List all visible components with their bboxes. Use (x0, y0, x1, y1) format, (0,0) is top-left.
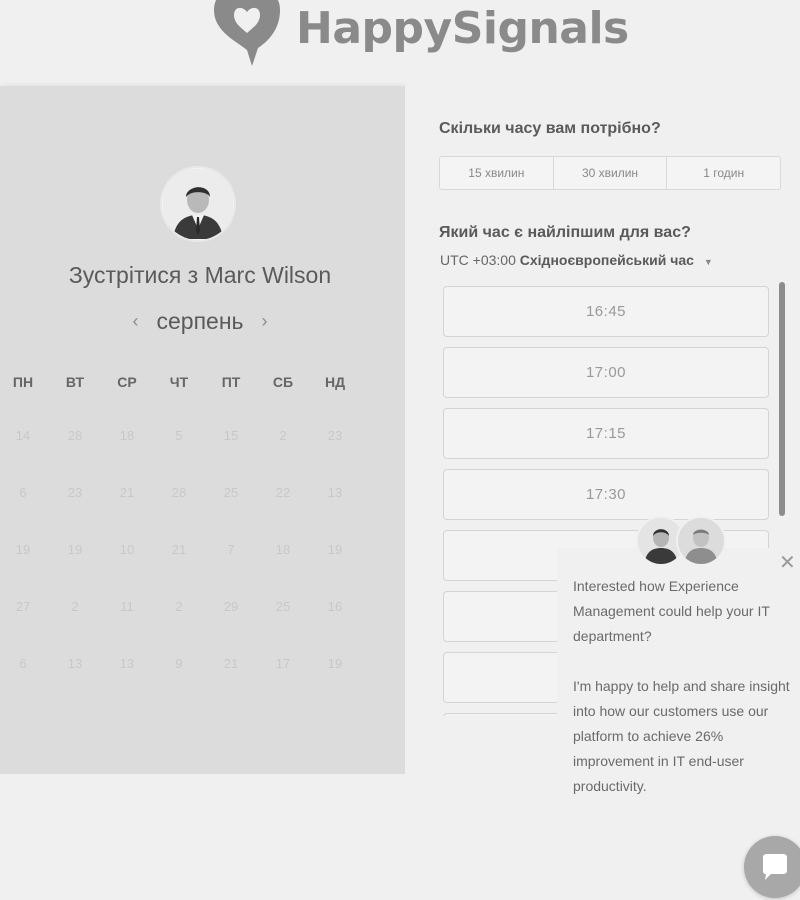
calendar-day: 17 (275, 656, 291, 671)
month-label: серпень (156, 308, 244, 334)
calendar-day: 23 (327, 428, 343, 443)
calendar-day: 13 (327, 485, 343, 500)
time-slot-button[interactable]: 17:00 (443, 347, 769, 398)
heart-speech-bubble-icon (214, 0, 280, 66)
time-question: Який час є найліпшим для вас? (439, 224, 691, 241)
calendar-day: 9 (175, 656, 183, 671)
weekday-label: СБ (272, 374, 294, 390)
chat-agent-avatar (676, 516, 726, 566)
time-slot-button[interactable]: 17:30 (443, 469, 769, 520)
calendar-day: 5 (175, 428, 183, 443)
calendar-day: 2 (71, 599, 79, 614)
calendar-grid: 14 28 18 5 15 2 23 6 23 21 28 25 22 13 1… (0, 428, 400, 713)
calendar-day: 29 (223, 599, 239, 614)
weekday-label: ПН (12, 374, 34, 390)
calendar-week: 27 2 11 2 29 25 16 (0, 599, 400, 656)
weekday-label: НД (324, 374, 346, 390)
previous-month-icon[interactable]: ‹ (132, 311, 138, 332)
calendar-day: 2 (175, 599, 183, 614)
chat-agent-avatars (636, 516, 728, 570)
calendar-day: 10 (119, 542, 135, 557)
calendar-day: 21 (171, 542, 187, 557)
calendar-day: 2 (279, 428, 287, 443)
duration-60-button[interactable]: 1 годин (667, 157, 780, 189)
next-month-icon[interactable]: › (262, 311, 268, 332)
header: HappySignals (0, 0, 800, 86)
calendar-day: 13 (119, 656, 135, 671)
calendar-day: 19 (67, 542, 83, 557)
calendar-day: 13 (67, 656, 83, 671)
host-avatar (160, 166, 236, 242)
calendar-day: 22 (275, 485, 291, 500)
calendar-panel: Зустрітися з Marc Wilson ‹ серпень › ПН … (0, 86, 405, 774)
time-slot-button[interactable]: 17:15 (443, 408, 769, 459)
calendar-week: 19 19 10 21 7 18 19 (0, 542, 400, 599)
calendar-day: 19 (327, 542, 343, 557)
calendar-day: 25 (223, 485, 239, 500)
caret-down-icon: ▼ (703, 257, 713, 267)
calendar-day: 28 (171, 485, 187, 500)
timezone-offset: UTC +03:00 (440, 252, 516, 268)
weekday-header: ПН ВТ СР ЧТ ПТ СБ НД (0, 374, 400, 390)
chat-message-line: I'm happy to help and share insight into… (573, 678, 790, 794)
calendar-day: 14 (15, 428, 31, 443)
calendar-day: 16 (327, 599, 343, 614)
chat-bubble-icon (763, 854, 787, 880)
calendar-day: 11 (120, 599, 134, 614)
calendar-day: 27 (15, 599, 31, 614)
calendar-day: 6 (19, 656, 27, 671)
time-slot-scrollbar[interactable] (779, 282, 785, 516)
calendar-day: 19 (327, 656, 343, 671)
calendar-day: 15 (223, 428, 239, 443)
calendar-week: 6 23 21 28 25 22 13 (0, 485, 400, 542)
duration-15-button[interactable]: 15 хвилин (440, 157, 554, 189)
duration-30-button[interactable]: 30 хвилин (554, 157, 668, 189)
calendar-day: 6 (19, 485, 27, 500)
duration-question: Скільки часу вам потрібно? (439, 120, 661, 137)
weekday-label: ВТ (65, 374, 85, 390)
calendar-day: 18 (275, 542, 291, 557)
weekday-label: ЧТ (169, 374, 189, 390)
time-slot-button[interactable]: 16:45 (443, 286, 769, 337)
month-navigator: ‹ серпень › (0, 308, 400, 335)
weekday-label: ПТ (221, 374, 241, 390)
person-photo-icon (678, 518, 724, 564)
weekday-label: СР (117, 374, 137, 390)
calendar-day: 7 (227, 542, 235, 557)
brand-logo[interactable]: HappySignals (208, 0, 629, 68)
calendar-day: 21 (119, 485, 135, 500)
meeting-title: Зустрітися з Marc Wilson (68, 262, 332, 288)
calendar-day: 18 (119, 428, 135, 443)
brand-name: HappySignals (296, 2, 629, 54)
timezone-selector[interactable]: UTC +03:00 Східноєвропейський час ▼ (440, 252, 713, 268)
chat-message-line: Interested how Experience Management cou… (573, 578, 770, 644)
duration-selector: 15 хвилин 30 хвилин 1 годин (439, 156, 781, 190)
chat-message: Interested how Experience Management cou… (573, 574, 795, 824)
calendar-day: 23 (67, 485, 83, 500)
calendar-week: 14 28 18 5 15 2 23 (0, 428, 400, 485)
close-icon[interactable]: ✕ (779, 553, 796, 573)
calendar-week: 6 13 13 9 21 17 19 (0, 656, 400, 713)
timezone-name: Східноєвропейський час (519, 252, 694, 268)
calendar-day: 28 (67, 428, 83, 443)
calendar-day: 21 (223, 656, 239, 671)
calendar-day: 25 (275, 599, 291, 614)
calendar-day: 19 (15, 542, 31, 557)
chat-launcher-button[interactable] (744, 836, 800, 898)
person-photo-icon (163, 169, 233, 239)
